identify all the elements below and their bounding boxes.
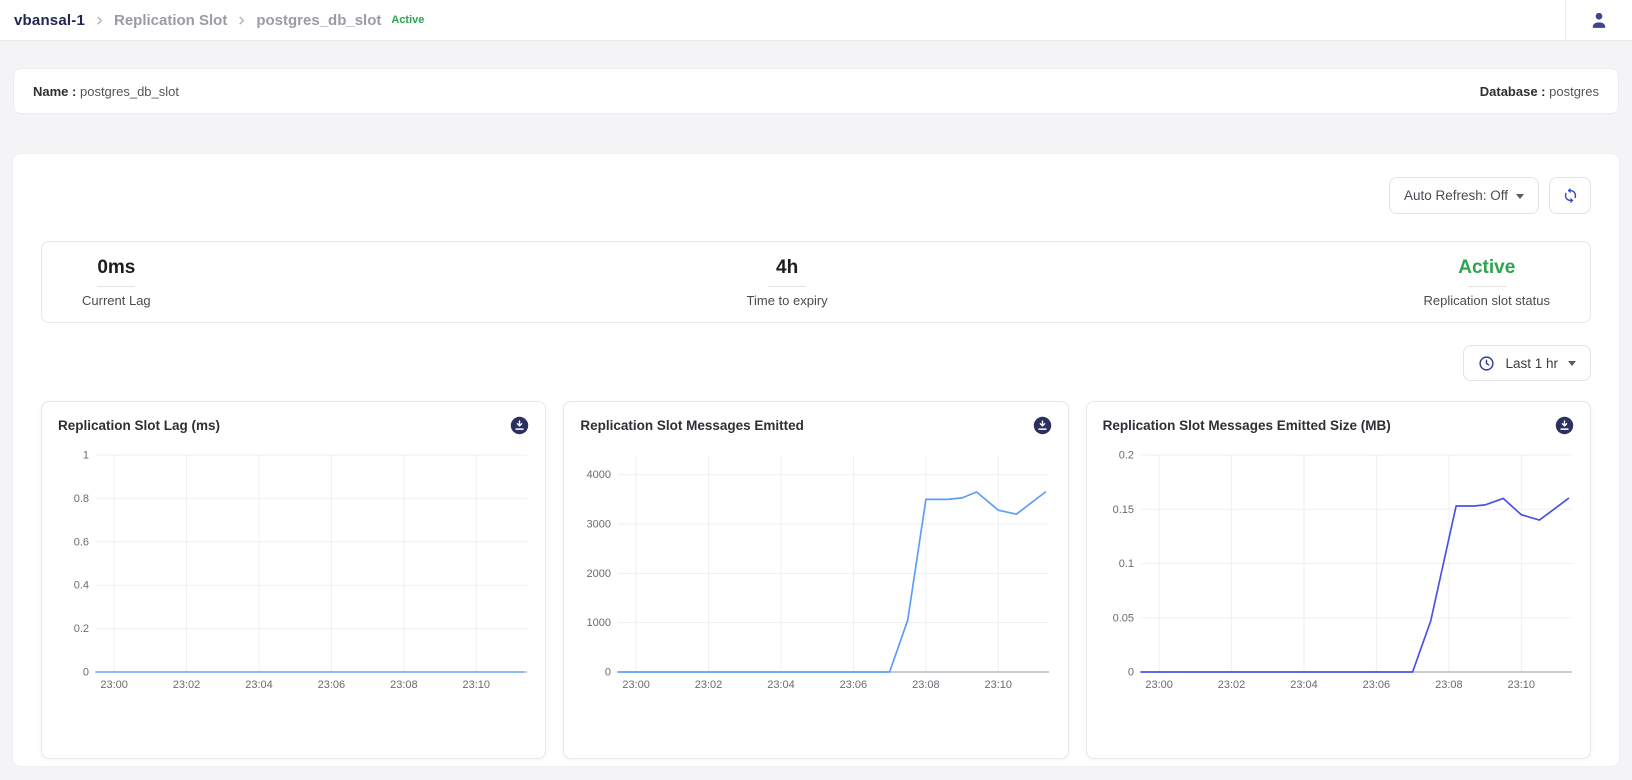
svg-text:23:00: 23:00: [623, 679, 651, 691]
svg-text:0: 0: [605, 667, 611, 679]
download-chart-icon[interactable]: [510, 416, 529, 435]
svg-text:23:00: 23:00: [1145, 679, 1173, 691]
svg-text:23:10: 23:10: [463, 679, 491, 691]
stat-value: 4h: [776, 257, 798, 279]
clock-icon: [1478, 355, 1495, 372]
time-range-dropdown[interactable]: Last 1 hr: [1463, 345, 1591, 381]
svg-text:3000: 3000: [587, 519, 611, 531]
chart-card-messages-emitted-size: Replication Slot Messages Emitted Size (…: [1086, 401, 1591, 759]
line-chart-messages-emitted-size[interactable]: 23:00 23:02 23:04 23:06 23:08 23:10 0 0.05 0.1 0.…: [1097, 443, 1580, 698]
chevron-right-icon: [236, 15, 247, 26]
top-bar-right: [1565, 0, 1632, 40]
stat-value: 0ms: [97, 257, 135, 279]
svg-text:23:06: 23:06: [318, 679, 346, 691]
chevron-down-icon: [1568, 361, 1576, 366]
user-menu-button[interactable]: [1566, 10, 1632, 30]
svg-text:0: 0: [1128, 667, 1134, 679]
chart-card-messages-emitted: Replication Slot Messages Emitted 23:002…: [563, 401, 1068, 759]
svg-text:23:08: 23:08: [1435, 679, 1463, 691]
breadcrumb-slot-name: postgres_db_slot: [256, 12, 381, 29]
svg-text:23:08: 23:08: [912, 679, 940, 691]
database-label: Database :: [1480, 84, 1546, 99]
download-chart-icon[interactable]: [1033, 416, 1052, 435]
divider: [1468, 286, 1506, 287]
chart-header: Replication Slot Messages Emitted Size (…: [1087, 402, 1590, 439]
breadcrumb-section[interactable]: Replication Slot: [114, 12, 227, 29]
svg-text:23:04: 23:04: [1290, 679, 1318, 691]
stat-slot-status: Active Replication slot status: [1424, 257, 1550, 308]
database-value: postgres: [1549, 84, 1599, 99]
svg-text:23:02: 23:02: [173, 679, 201, 691]
svg-text:23:10: 23:10: [1507, 679, 1535, 691]
svg-text:23:02: 23:02: [695, 679, 723, 691]
chart-header: Replication Slot Messages Emitted: [564, 402, 1067, 439]
svg-text:23:04: 23:04: [245, 679, 273, 691]
chart-title: Replication Slot Messages Emitted Size (…: [1103, 418, 1391, 433]
svg-text:23:06: 23:06: [1362, 679, 1390, 691]
svg-text:0.05: 0.05: [1112, 612, 1133, 624]
divider: [97, 286, 135, 287]
top-bar: vbansal-1 Replication Slot postgres_db_s…: [0, 0, 1632, 41]
download-chart-icon[interactable]: [1555, 416, 1574, 435]
refresh-toolbar: Auto Refresh: Off: [41, 177, 1591, 214]
auto-refresh-label: Auto Refresh: Off: [1404, 188, 1508, 203]
svg-text:0.2: 0.2: [74, 623, 89, 635]
name-value: postgres_db_slot: [80, 84, 179, 99]
svg-text:0.6: 0.6: [74, 536, 89, 548]
svg-text:2000: 2000: [587, 568, 611, 580]
chart-title: Replication Slot Messages Emitted: [580, 418, 804, 433]
stat-label: Current Lag: [82, 293, 151, 308]
slot-info-bar: Name : postgres_db_slot Database : postg…: [13, 68, 1619, 114]
svg-text:0.2: 0.2: [1118, 450, 1133, 462]
chevron-down-icon: [1516, 194, 1524, 199]
svg-text:0.4: 0.4: [74, 580, 89, 592]
stat-time-to-expiry: 4h Time to expiry: [747, 257, 828, 308]
stats-summary-card: 0ms Current Lag 4h Time to expiry Active…: [41, 241, 1591, 323]
svg-text:23:08: 23:08: [390, 679, 418, 691]
name-label: Name :: [33, 84, 76, 99]
charts-row: Replication Slot Lag (ms) 23:0023:0223:0…: [41, 401, 1591, 759]
svg-text:1000: 1000: [587, 617, 611, 629]
svg-text:4000: 4000: [587, 469, 611, 481]
slot-database-field: Database : postgres: [1480, 84, 1599, 99]
svg-text:0.8: 0.8: [74, 493, 89, 505]
breadcrumb: vbansal-1 Replication Slot postgres_db_s…: [14, 12, 424, 29]
divider: [768, 286, 806, 287]
refresh-icon: [1562, 187, 1579, 204]
svg-text:0: 0: [83, 667, 89, 679]
status-badge: Active: [391, 14, 424, 26]
svg-text:23:04: 23:04: [768, 679, 796, 691]
stat-value: Active: [1458, 257, 1515, 279]
stat-label: Replication slot status: [1424, 293, 1550, 308]
metrics-panel: Auto Refresh: Off 0ms Current Lag 4h Tim…: [13, 154, 1619, 766]
slot-name-field: Name : postgres_db_slot: [33, 84, 179, 99]
line-chart-messages-emitted[interactable]: 23:00 23:02 23:04 23:06 23:08 23:10 0 1000 2000 3…: [574, 443, 1057, 698]
time-range-toolbar: Last 1 hr: [41, 345, 1591, 381]
chart-title: Replication Slot Lag (ms): [58, 418, 220, 433]
svg-text:23:06: 23:06: [840, 679, 868, 691]
refresh-button[interactable]: [1549, 177, 1591, 214]
chevron-right-icon: [94, 15, 105, 26]
svg-text:0.1: 0.1: [1118, 558, 1133, 570]
svg-text:23:02: 23:02: [1217, 679, 1245, 691]
svg-text:23:00: 23:00: [100, 679, 128, 691]
chart-card-replication-slot-lag: Replication Slot Lag (ms) 23:0023:0223:0…: [41, 401, 546, 759]
line-chart-replication-slot-lag[interactable]: 23:00 23:02 23:04 23:06 23:08 23:10 0 0.2 0.4 0.6…: [52, 443, 535, 698]
time-range-label: Last 1 hr: [1505, 356, 1558, 371]
user-icon: [1589, 10, 1609, 30]
stat-label: Time to expiry: [747, 293, 828, 308]
svg-text:1: 1: [83, 450, 89, 462]
svg-text:0.15: 0.15: [1112, 504, 1133, 516]
auto-refresh-dropdown[interactable]: Auto Refresh: Off: [1389, 177, 1539, 214]
stat-current-lag: 0ms Current Lag: [82, 257, 151, 308]
breadcrumb-universe[interactable]: vbansal-1: [14, 12, 85, 29]
svg-text:23:10: 23:10: [985, 679, 1013, 691]
chart-header: Replication Slot Lag (ms): [42, 402, 545, 439]
